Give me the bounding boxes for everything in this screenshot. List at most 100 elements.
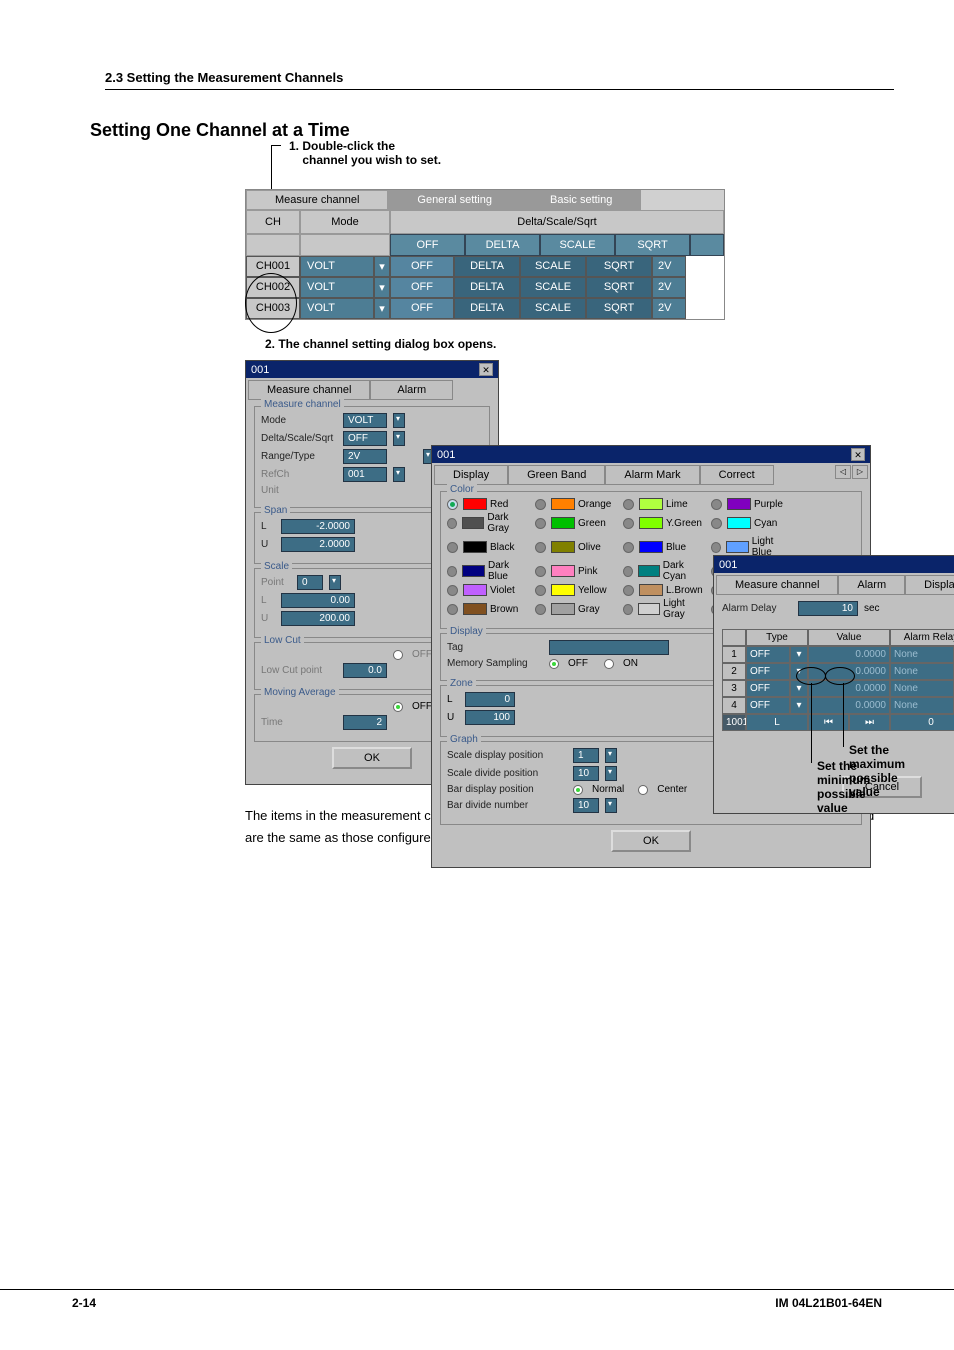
tab-basic-setting[interactable]: Basic setting: [521, 190, 641, 210]
cell-mode[interactable]: VOLT: [300, 256, 374, 277]
field-scale-disp-pos[interactable]: 1: [573, 748, 599, 763]
close-icon[interactable]: ✕: [479, 363, 493, 376]
dropdown-icon[interactable]: [605, 766, 617, 781]
color-option[interactable]: Olive: [535, 536, 617, 558]
radio-color[interactable]: [623, 542, 634, 553]
radio-color[interactable]: [623, 604, 633, 615]
cell-off[interactable]: OFF: [390, 298, 454, 319]
sub-scale[interactable]: SCALE: [540, 234, 615, 256]
cell-type[interactable]: OFF: [746, 663, 790, 680]
cell-delta[interactable]: DELTA: [454, 298, 520, 319]
cell-off[interactable]: OFF: [390, 277, 454, 298]
cell-range[interactable]: 2V: [652, 256, 686, 277]
dropdown-icon[interactable]: [329, 575, 341, 590]
cell-range[interactable]: 2V: [652, 298, 686, 319]
cell-ch[interactable]: CH002: [246, 277, 300, 298]
radio-color[interactable]: [535, 585, 546, 596]
radio-color[interactable]: [535, 518, 546, 529]
radio-color[interactable]: [535, 499, 546, 510]
cell-ch[interactable]: CH001: [246, 256, 300, 277]
dropdown-icon[interactable]: [605, 748, 617, 763]
radio-normal[interactable]: [573, 785, 583, 795]
radio-color[interactable]: [711, 542, 721, 553]
radio-color[interactable]: [535, 566, 546, 577]
radio-color[interactable]: [711, 499, 722, 510]
cell-sqrt[interactable]: SQRT: [586, 256, 652, 277]
dlg-tab-alarmmark[interactable]: Alarm Mark: [605, 465, 699, 485]
color-option[interactable]: Brown: [447, 598, 529, 620]
cell-value[interactable]: 0.0000: [808, 680, 890, 697]
field-dss[interactable]: OFF: [343, 431, 387, 446]
cell-value[interactable]: 0.0000: [808, 697, 890, 714]
color-option[interactable]: Green: [535, 512, 617, 534]
color-option[interactable]: Black: [447, 536, 529, 558]
tab-measure-channel[interactable]: Measure channel: [246, 190, 388, 210]
radio-color[interactable]: [447, 585, 458, 596]
radio-off[interactable]: [549, 659, 559, 669]
cell-value[interactable]: 0.0000: [808, 646, 890, 663]
dlg-tab-measure[interactable]: Measure channel: [716, 575, 838, 595]
radio-off[interactable]: [393, 650, 403, 660]
cell-relay[interactable]: None: [890, 697, 954, 714]
cell-range[interactable]: 2V: [652, 277, 686, 298]
nav-prev-icon[interactable]: ◁: [835, 465, 851, 479]
field-tag[interactable]: [549, 640, 669, 655]
color-option[interactable]: Light Gray: [623, 598, 705, 620]
radio-color[interactable]: [711, 518, 722, 529]
cell-delta[interactable]: DELTA: [454, 277, 520, 298]
dlg-tab-display[interactable]: Display: [434, 465, 508, 485]
radio-on[interactable]: [604, 659, 614, 669]
radio-color[interactable]: [447, 518, 457, 529]
color-option[interactable]: Dark Gray: [447, 512, 529, 534]
dropdown-icon[interactable]: [605, 798, 617, 813]
table-row[interactable]: CH002 VOLT ▾ OFF DELTA SCALE SQRT 2V: [246, 277, 724, 298]
dropdown-icon[interactable]: ▾: [374, 256, 390, 277]
field-bar-div-num[interactable]: 10: [573, 798, 599, 813]
radio-color[interactable]: [447, 542, 458, 553]
dropdown-icon[interactable]: ▾: [790, 680, 808, 697]
foot-val[interactable]: 0: [890, 714, 954, 731]
table-row[interactable]: CH001 VOLT ▾ OFF DELTA SCALE SQRT 2V: [246, 256, 724, 277]
radio-off[interactable]: [393, 702, 403, 712]
cell-delta[interactable]: DELTA: [454, 256, 520, 277]
dlg-tab-alarm[interactable]: Alarm: [370, 380, 453, 400]
field-zone-u[interactable]: 100: [465, 710, 515, 725]
cell-sqrt[interactable]: SQRT: [586, 277, 652, 298]
field-span-l[interactable]: -2.0000: [281, 519, 355, 534]
dropdown-icon[interactable]: ▾: [374, 277, 390, 298]
cell-off[interactable]: OFF: [390, 256, 454, 277]
cell-scale[interactable]: SCALE: [520, 298, 586, 319]
radio-center[interactable]: [638, 785, 648, 795]
color-option[interactable]: Red: [447, 498, 529, 510]
cell-mode[interactable]: VOLT: [300, 298, 374, 319]
field-point[interactable]: 0: [297, 575, 323, 590]
field-scale-l[interactable]: 0.00: [281, 593, 355, 608]
dlg-tab-display[interactable]: Display: [905, 575, 954, 595]
color-option[interactable]: Y.Green: [623, 512, 705, 534]
cell-type[interactable]: OFF: [746, 646, 790, 663]
cell-scale[interactable]: SCALE: [520, 277, 586, 298]
cell-type[interactable]: OFF: [746, 680, 790, 697]
dropdown-icon[interactable]: ▾: [374, 298, 390, 319]
radio-color[interactable]: [623, 566, 633, 577]
close-icon[interactable]: ✕: [851, 448, 865, 461]
nav-next-icon[interactable]: ▷: [852, 465, 868, 479]
cell-relay[interactable]: None: [890, 680, 954, 697]
radio-color[interactable]: [623, 518, 634, 529]
radio-color[interactable]: [447, 566, 457, 577]
radio-color[interactable]: [623, 499, 634, 510]
dlg-tab-measure[interactable]: Measure channel: [248, 380, 370, 400]
dropdown-icon[interactable]: ▾: [790, 697, 808, 714]
radio-color[interactable]: [535, 604, 546, 615]
cell-sqrt[interactable]: SQRT: [586, 298, 652, 319]
dropdown-icon[interactable]: ▾: [790, 663, 808, 680]
sub-sqrt[interactable]: SQRT: [615, 234, 690, 256]
field-scale-div-pos[interactable]: 10: [573, 766, 599, 781]
forward-icon[interactable]: ⏭: [849, 714, 890, 731]
field-scale-u[interactable]: 200.00: [281, 611, 355, 626]
sub-delta[interactable]: DELTA: [465, 234, 540, 256]
field-refch[interactable]: 001: [343, 467, 387, 482]
radio-color[interactable]: [623, 585, 634, 596]
color-option[interactable]: Orange: [535, 498, 617, 510]
tab-general-setting[interactable]: General setting: [388, 190, 521, 210]
